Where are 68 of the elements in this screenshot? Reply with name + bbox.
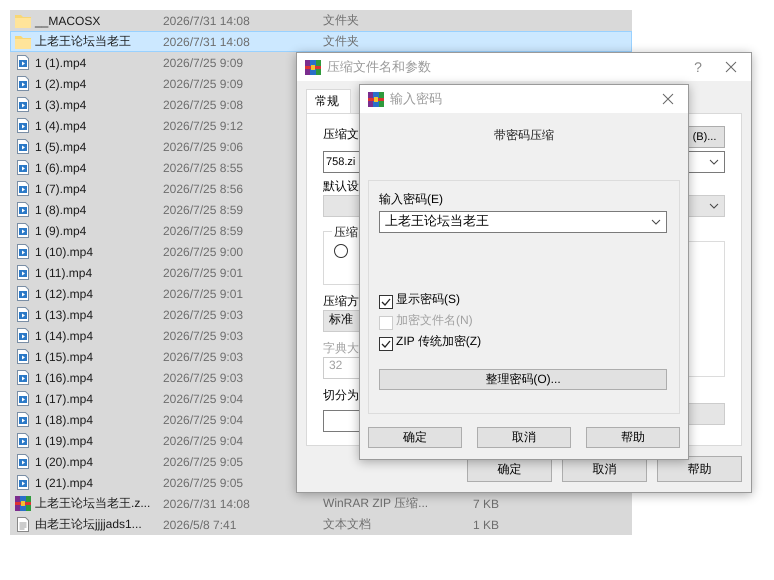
modified-date: 2026/7/25 8:59 (163, 202, 244, 216)
file-name: 1 (16).mp4 (35, 370, 94, 384)
file-name: 上老王论坛当老王.z... (35, 495, 150, 512)
file-name: 1 (12).mp4 (35, 286, 94, 300)
modified-date: 2026/7/25 9:06 (163, 140, 244, 154)
window-title: 压缩文件名和参数 (327, 58, 432, 76)
dictionary-label: 字典大 (323, 340, 359, 357)
modified-date: 2026/7/25 9:03 (163, 370, 244, 384)
dialog-heading: 带密码压缩 (494, 127, 554, 144)
file-name: 1 (5).mp4 (35, 140, 86, 154)
modified-date: 2026/7/25 9:01 (163, 286, 244, 300)
modified-date: 2026/7/25 9:09 (163, 56, 244, 70)
file-name: 1 (21).mp4 (35, 476, 94, 490)
file-name: 1 (18).mp4 (35, 412, 94, 426)
modified-date: 2026/7/25 9:05 (163, 476, 244, 490)
file-name: 1 (20).mp4 (35, 454, 94, 468)
modified-date: 2026/7/25 8:55 (163, 160, 244, 174)
file-type: WinRAR ZIP 压缩... (323, 495, 428, 512)
file-name: 1 (1).mp4 (35, 56, 86, 70)
file-name: __MACOSX (35, 14, 100, 28)
profile-label: 默认设 (323, 178, 359, 195)
file-name: 1 (4).mp4 (35, 118, 86, 132)
file-name: 1 (10).mp4 (35, 244, 94, 258)
file-name: 1 (11).mp4 (35, 266, 92, 280)
file-size: 1 KB (473, 518, 500, 532)
modified-date: 2026/7/25 9:03 (163, 328, 244, 342)
file-name: 1 (17).mp4 (35, 392, 94, 406)
file-name: 1 (2).mp4 (35, 76, 86, 90)
modified-date: 2026/7/25 9:04 (163, 392, 244, 406)
modified-date: 2026/7/31 14:08 (163, 14, 250, 28)
window-title: 输入密码 (390, 90, 443, 108)
checkbox-label: ZIP 传统加密(Z) (396, 333, 482, 350)
modified-date: 2026/7/25 9:04 (163, 412, 244, 426)
method-label: 压缩方 (323, 293, 359, 310)
modified-date: 2026/7/25 8:59 (163, 224, 244, 238)
file-name: 1 (7).mp4 (35, 182, 86, 196)
modified-date: 2026/7/25 9:12 (163, 118, 244, 132)
archive-name-label: 压缩文 (323, 126, 359, 143)
file-name: 1 (13).mp4 (35, 308, 94, 322)
file-name: 1 (19).mp4 (35, 434, 94, 448)
file-name: 1 (6).mp4 (35, 160, 86, 174)
modified-date: 2026/7/25 8:56 (163, 182, 244, 196)
password-label: 输入密码(E) (379, 191, 443, 208)
file-type: 文件夹 (323, 33, 359, 50)
file-name: 由老王论坛jjjjads1... (35, 516, 142, 533)
split-label: 切分为 (323, 387, 359, 404)
modified-date: 2026/7/25 9:00 (163, 244, 244, 258)
file-name: 1 (15).mp4 (35, 350, 94, 364)
file-name: 1 (3).mp4 (35, 98, 86, 112)
modified-date: 2026/7/31 14:08 (163, 34, 250, 48)
modified-date: 2026/7/25 9:05 (163, 454, 244, 468)
modified-date: 2026/7/25 9:01 (163, 266, 244, 280)
checkbox-label: 显示密码(S) (396, 291, 460, 308)
file-name: 1 (8).mp4 (35, 202, 86, 216)
modified-date: 2026/7/25 9:09 (163, 76, 244, 90)
file-size: 7 KB (473, 496, 500, 510)
modified-date: 2026/7/31 14:08 (163, 496, 250, 510)
modified-date: 2026/7/25 9:04 (163, 434, 244, 448)
file-type: 文本文档 (323, 516, 371, 533)
file-name: 1 (14).mp4 (35, 328, 94, 342)
checkbox-label: 加密文件名(N) (396, 312, 473, 329)
file-name: 上老王论坛当老王 (35, 33, 131, 50)
modified-date: 2026/7/25 9:03 (163, 350, 244, 364)
file-name: 1 (9).mp4 (35, 224, 86, 238)
modified-date: 2026/7/25 9:08 (163, 98, 244, 112)
modified-date: 2026/5/8 7:41 (163, 518, 236, 532)
file-type: 文件夹 (323, 12, 359, 29)
modified-date: 2026/7/25 9:03 (163, 308, 244, 322)
